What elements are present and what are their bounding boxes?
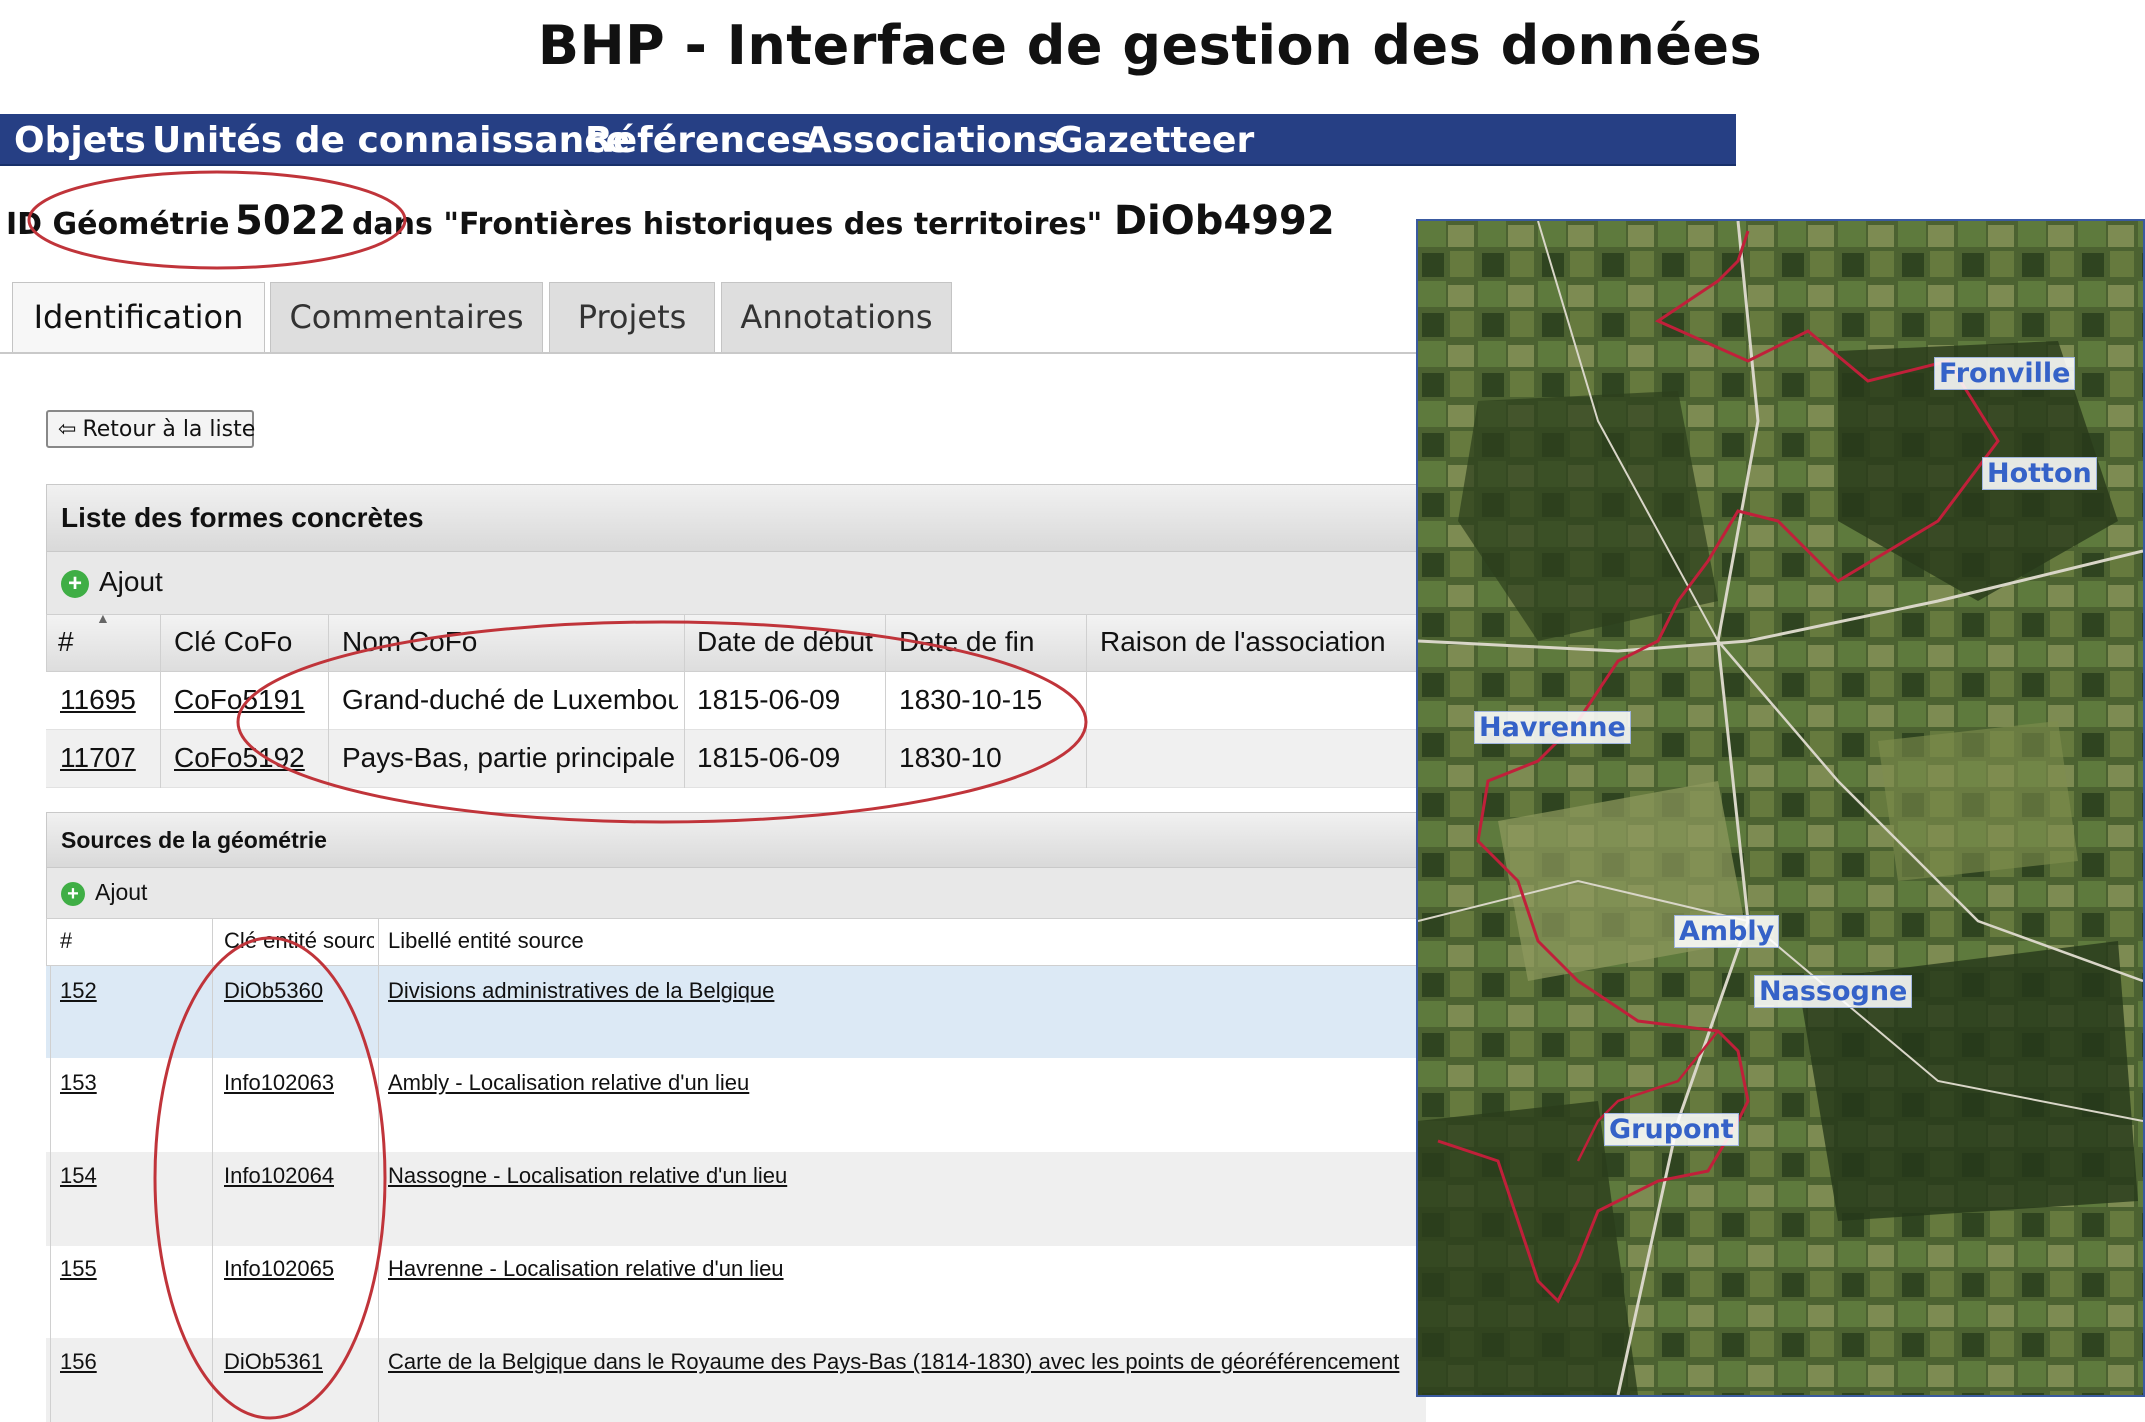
col-header-end-date[interactable]: Date de fin xyxy=(899,626,1034,658)
cofo-row-number-link[interactable]: 11707 xyxy=(60,742,152,774)
col-header-cofo-name[interactable]: Nom CoFo xyxy=(342,626,477,658)
menu-item-references[interactable]: Références xyxy=(585,120,812,161)
tab-commentaires[interactable]: Commentaires xyxy=(270,282,543,352)
sources-header: Sources de la géométrie xyxy=(46,812,1426,868)
column-divider xyxy=(50,966,51,1422)
column-divider xyxy=(212,918,213,1422)
app-title: BHP - Interface de gestion des données xyxy=(537,14,1763,77)
column-divider xyxy=(684,614,685,788)
source-label-link[interactable]: Ambly - Localisation relative d'un lieu xyxy=(388,1070,1418,1096)
menu-item-associations[interactable]: Associations xyxy=(804,120,1059,161)
concrete-forms-add-label: Ajout xyxy=(99,566,163,597)
col-header-number[interactable]: # xyxy=(58,626,74,658)
cofo-name: Grand-duché de Luxembourg xyxy=(342,684,678,715)
map-label-ambly[interactable]: Ambly xyxy=(1674,915,1780,948)
record-prefix: ID Géométrie xyxy=(6,207,230,242)
cofo-end-date: 1830-10 xyxy=(899,742,1002,773)
back-button-label: Retour à la liste xyxy=(82,417,256,442)
column-divider xyxy=(885,614,886,788)
record-heading: ID Géométrie 5022 dans "Frontières histo… xyxy=(6,198,1335,244)
col-header-cofo-key[interactable]: Clé CoFo xyxy=(174,626,324,658)
source-row-number-link[interactable]: 153 xyxy=(60,1070,97,1096)
record-collection: dans "Frontières historiques des territo… xyxy=(351,207,1103,242)
satellite-map[interactable]: Fronville Hotton Havrenne Ambly Nassogne… xyxy=(1416,219,2145,1397)
column-divider xyxy=(1086,614,1087,788)
source-row-number-link[interactable]: 155 xyxy=(60,1256,97,1282)
source-row-number-link[interactable]: 152 xyxy=(60,978,97,1004)
menu-item-objets[interactable]: Objets xyxy=(14,120,146,161)
col-header-start-date[interactable]: Date de début xyxy=(697,626,879,658)
map-label-fronville[interactable]: Fronville xyxy=(1934,357,2076,390)
source-key-link[interactable]: DiOb5360 xyxy=(224,978,323,1004)
cofo-end-date: 1830-10-15 xyxy=(899,684,1043,715)
source-label-link[interactable]: Divisions administratives de la Belgique xyxy=(388,978,1418,1004)
source-key-link[interactable]: Info102063 xyxy=(224,1070,334,1096)
column-divider xyxy=(328,614,329,788)
cofo-start-date: 1815-06-09 xyxy=(697,742,841,773)
col-header-source-key[interactable]: Clé entité source xyxy=(224,928,374,954)
concrete-forms-header: Liste des formes concrètes xyxy=(46,484,1426,552)
tab-projets[interactable]: Projets xyxy=(549,282,715,352)
map-imagery xyxy=(1418,221,2143,1395)
sort-arrow-icon: ▲ xyxy=(96,610,110,626)
cofo-key-link[interactable]: CoFo5191 xyxy=(174,684,305,716)
tabs-underline xyxy=(0,352,1420,354)
source-label-link[interactable]: Carte de la Belgique dans le Royaume des… xyxy=(388,1349,1418,1375)
record-code: DiOb4992 xyxy=(1113,198,1335,244)
sources-add-label: Ajout xyxy=(95,879,148,905)
add-icon: + xyxy=(61,881,85,906)
menu-item-unites[interactable]: Unités de connaissance xyxy=(152,120,630,161)
tab-annotations[interactable]: Annotations xyxy=(721,282,952,352)
source-key-link[interactable]: DiOb5361 xyxy=(224,1349,323,1375)
map-label-havrenne[interactable]: Havrenne xyxy=(1474,711,1631,744)
tab-identification[interactable]: Identification xyxy=(12,282,265,354)
source-key-link[interactable]: Info102065 xyxy=(224,1256,334,1282)
cofo-key-link[interactable]: CoFo5192 xyxy=(174,742,305,774)
map-label-hotton[interactable]: Hotton xyxy=(1982,457,2097,490)
source-label-link[interactable]: Havrenne - Localisation relative d'un li… xyxy=(388,1256,1418,1282)
col-header-number[interactable]: # xyxy=(60,928,72,954)
field-patch xyxy=(1878,721,2078,881)
cofo-row-number-link[interactable]: 11695 xyxy=(60,684,152,716)
back-arrow-icon: ⇦ xyxy=(58,417,77,442)
add-icon: + xyxy=(61,569,89,598)
col-header-source-label[interactable]: Libellé entité source xyxy=(388,928,584,954)
column-divider xyxy=(378,918,379,1422)
source-label-link[interactable]: Nassogne - Localisation relative d'un li… xyxy=(388,1163,1418,1189)
concrete-forms-add-button[interactable]: + Ajout xyxy=(46,552,1426,614)
menu-item-gazetteer[interactable]: Gazetteer xyxy=(1054,120,1254,161)
main-menu-bar: Objets Unités de connaissance Références… xyxy=(0,114,1736,166)
column-divider xyxy=(160,614,161,788)
cofo-start-date: 1815-06-09 xyxy=(697,684,841,715)
record-id: 5022 xyxy=(235,198,347,244)
back-to-list-button[interactable]: ⇦ Retour à la liste xyxy=(46,410,256,448)
map-label-grupont[interactable]: Grupont xyxy=(1604,1113,1739,1146)
sources-add-button[interactable]: + Ajout xyxy=(46,868,1426,918)
source-key-link[interactable]: Info102064 xyxy=(224,1163,334,1189)
source-row-number-link[interactable]: 154 xyxy=(60,1163,97,1189)
col-header-reason[interactable]: Raison de l'association xyxy=(1100,626,1386,658)
map-label-nassogne[interactable]: Nassogne xyxy=(1754,975,1913,1008)
cofo-name: Pays-Bas, partie principale xyxy=(342,742,676,773)
source-row-number-link[interactable]: 156 xyxy=(60,1349,97,1375)
